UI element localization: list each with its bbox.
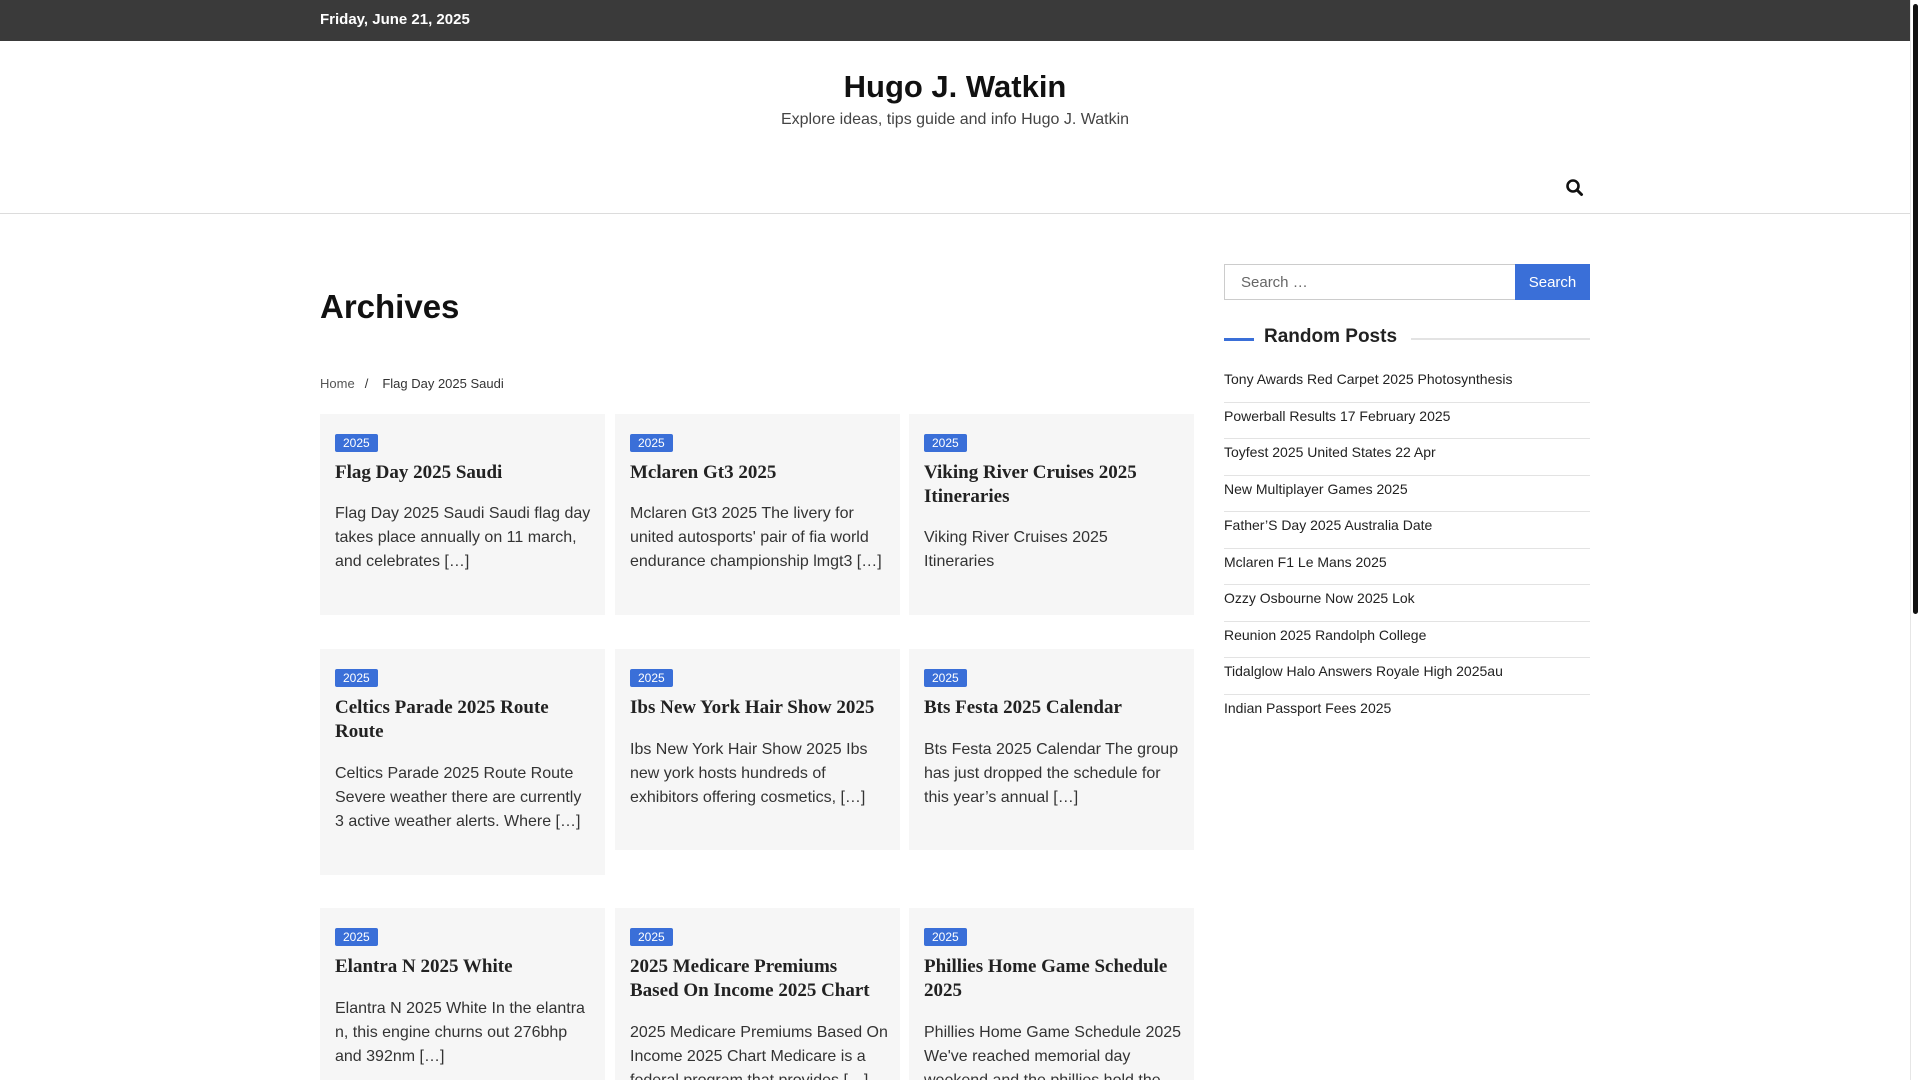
random-post-link[interactable]: Reunion 2025 Randolph College	[1224, 622, 1590, 658]
current-date: Friday, June 21, 2025	[320, 11, 470, 28]
post-title[interactable]: Phillies Home Game Schedule 2025	[924, 955, 1184, 1003]
post-card[interactable]: 2025 Ibs New York Hair Show 2025 Ibs New…	[615, 649, 900, 850]
top-bar: Friday, June 21, 2025	[0, 0, 1910, 41]
post-excerpt: Viking River Cruises 2025 Itineraries	[924, 529, 1108, 570]
category-badge[interactable]: 2025	[335, 928, 378, 946]
category-badge[interactable]: 2025	[924, 928, 967, 946]
post-excerpt: Celtics Parade 2025 Route Route Severe w…	[335, 765, 582, 830]
post-title[interactable]: Celtics Parade 2025 Route Route	[335, 696, 595, 744]
random-post-link[interactable]: Powerball Results 17 February 2025	[1224, 403, 1590, 439]
site-header: Hugo J. Watkin Explore ideas, tips guide…	[0, 41, 1910, 214]
post-card[interactable]: 2025 2025 Medicare Premiums Based On Inc…	[615, 908, 900, 1080]
category-badge[interactable]: 2025	[630, 928, 673, 946]
search-input[interactable]	[1224, 264, 1515, 300]
post-card[interactable]: 2025 Mclaren Gt3 2025 Mclaren Gt3 2025 T…	[615, 414, 900, 615]
search-icon[interactable]	[1564, 177, 1586, 199]
post-title[interactable]: Viking River Cruises 2025 Itineraries	[924, 461, 1184, 509]
post-excerpt: Elantra N 2025 White In the elantra n, t…	[335, 1000, 585, 1065]
site-description: Explore ideas, tips guide and info Hugo …	[780, 111, 1130, 128]
post-excerpt: Phillies Home Game Schedule 2025 We've r…	[924, 1024, 1182, 1080]
page-title: Archives	[320, 288, 460, 325]
random-post-link[interactable]: Father’S Day 2025 Australia Date	[1224, 512, 1590, 549]
random-post-link[interactable]: New Multiplayer Games 2025	[1224, 476, 1590, 512]
random-post-link[interactable]: Indian Passport Fees 2025	[1224, 695, 1590, 732]
heading-divider	[1410, 338, 1590, 340]
post-card[interactable]: 2025 Bts Festa 2025 Calendar Bts Festa 2…	[909, 649, 1194, 850]
post-title[interactable]: 2025 Medicare Premiums Based On Income 2…	[630, 955, 890, 1003]
breadcrumb-home-link[interactable]: Home	[320, 376, 355, 391]
post-card[interactable]: 2025 Elantra N 2025 White Elantra N 2025…	[320, 908, 605, 1080]
post-title[interactable]: Bts Festa 2025 Calendar	[924, 696, 1184, 720]
post-excerpt: 2025 Medicare Premiums Based On Income 2…	[630, 1024, 888, 1080]
site-title[interactable]: Hugo J. Watkin	[0, 69, 1910, 105]
post-title[interactable]: Elantra N 2025 White	[335, 955, 595, 979]
post-card[interactable]: 2025 Viking River Cruises 2025 Itinerari…	[909, 414, 1194, 615]
search-button[interactable]: Search	[1515, 264, 1590, 300]
page-scrollbar[interactable]	[1910, 0, 1920, 1080]
post-excerpt: Mclaren Gt3 2025 The livery for united a…	[630, 505, 882, 570]
random-post-link[interactable]: Tony Awards Red Carpet 2025 Photosynthes…	[1224, 366, 1590, 403]
heading-accent-bar	[1224, 338, 1254, 341]
post-card[interactable]: 2025 Flag Day 2025 Saudi Flag Day 2025 S…	[320, 414, 605, 615]
category-badge[interactable]: 2025	[630, 669, 673, 687]
post-title[interactable]: Mclaren Gt3 2025	[630, 461, 890, 485]
breadcrumb: Home / Flag Day 2025 Saudi	[320, 376, 504, 391]
post-card[interactable]: 2025 Phillies Home Game Schedule 2025 Ph…	[909, 908, 1194, 1080]
post-card[interactable]: 2025 Celtics Parade 2025 Route Route Cel…	[320, 649, 605, 875]
sidebar-search-form: Search	[1224, 264, 1590, 300]
category-badge[interactable]: 2025	[335, 669, 378, 687]
widget-title: Random Posts	[1264, 326, 1412, 348]
random-posts-heading: Random Posts	[1224, 326, 1590, 350]
random-post-link[interactable]: Tidalglow Halo Answers Royale High 2025a…	[1224, 658, 1590, 695]
post-excerpt: Bts Festa 2025 Calendar The group has ju…	[924, 741, 1179, 806]
random-posts-list: Tony Awards Red Carpet 2025 Photosynthes…	[1224, 366, 1590, 731]
post-excerpt: Ibs New York Hair Show 2025 Ibs new york…	[630, 741, 868, 806]
scrollbar-thumb[interactable]	[1913, 4, 1918, 614]
breadcrumb-separator: /	[364, 376, 369, 391]
post-excerpt: Flag Day 2025 Saudi Saudi flag day takes…	[335, 505, 591, 570]
breadcrumb-current: Flag Day 2025 Saudi	[382, 376, 504, 391]
category-badge[interactable]: 2025	[335, 434, 378, 452]
post-title[interactable]: Flag Day 2025 Saudi	[335, 461, 595, 485]
random-post-link[interactable]: Ozzy Osbourne Now 2025 Lok	[1224, 585, 1590, 622]
category-badge[interactable]: 2025	[924, 669, 967, 687]
category-badge[interactable]: 2025	[630, 434, 673, 452]
post-title[interactable]: Ibs New York Hair Show 2025	[630, 696, 890, 720]
random-post-link[interactable]: Toyfest 2025 United States 22 Apr	[1224, 439, 1590, 476]
random-post-link[interactable]: Mclaren F1 Le Mans 2025	[1224, 549, 1590, 585]
category-badge[interactable]: 2025	[924, 434, 967, 452]
